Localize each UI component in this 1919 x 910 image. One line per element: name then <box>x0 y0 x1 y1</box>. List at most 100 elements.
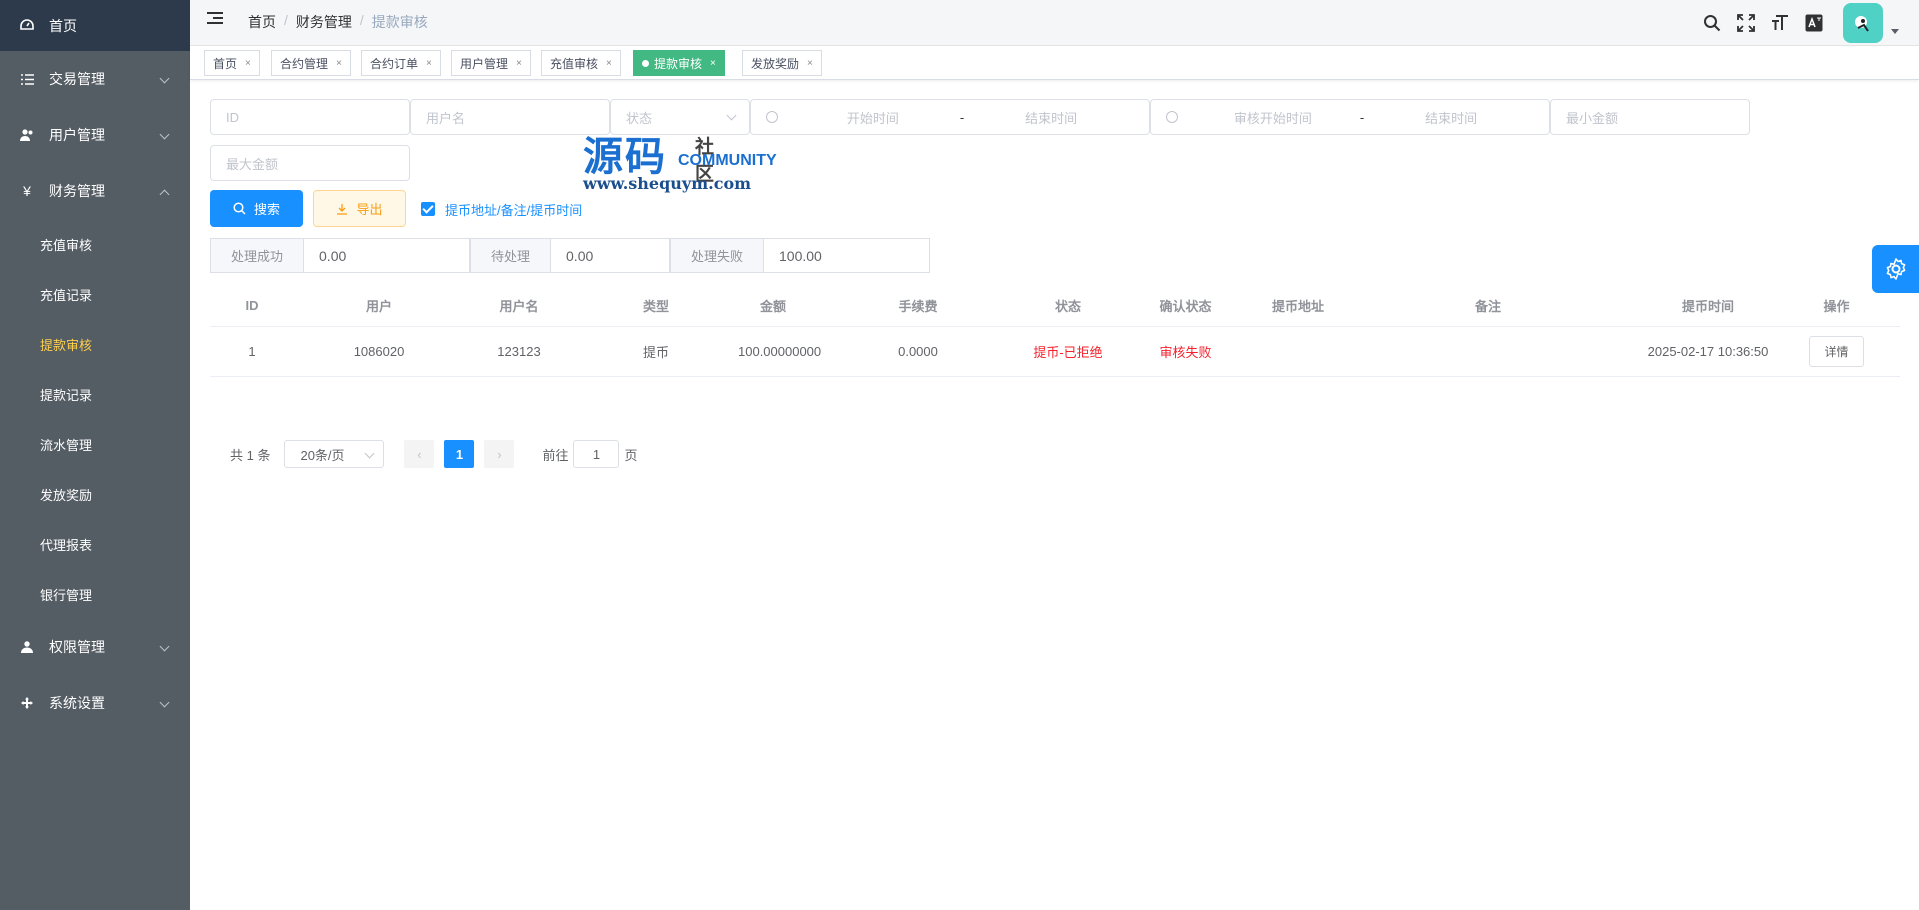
cell-time: 2025-02-17 10:36:50 <box>1647 344 1769 359</box>
sidebar-subitem-label: 充值记录 <box>40 287 93 303</box>
sidebar-item-label: 用户管理 <box>49 127 105 143</box>
hamburger-icon[interactable] <box>207 12 223 26</box>
goto-page-input[interactable]: 1 <box>573 440 620 468</box>
id-input[interactable]: ID <box>210 99 410 135</box>
sidebar-subitem-agent-report[interactable]: 代理报表 <box>0 519 190 569</box>
sidebar-item-label: 系统设置 <box>49 695 105 711</box>
sidebar-item-trade[interactable]: 交易管理 <box>0 51 190 107</box>
sidebar-item-users[interactable]: 用户管理 <box>0 107 190 163</box>
min-amount-input[interactable]: 最小金额 <box>1550 99 1750 135</box>
font-size-icon[interactable] <box>1763 6 1797 40</box>
page-jumper: 前往 1 页 <box>542 440 638 468</box>
clock-icon <box>1166 111 1178 123</box>
close-icon[interactable]: × <box>426 58 432 69</box>
chevron-down-icon <box>726 110 737 121</box>
breadcrumb: 首页 / 财务管理 / 提款审核 <box>248 12 428 32</box>
username-input[interactable]: 用户名 <box>410 99 610 135</box>
tag-label: 合约订单 <box>370 56 419 71</box>
tag-rewards[interactable]: 发放奖励 × <box>742 50 822 76</box>
close-icon[interactable]: × <box>245 58 251 69</box>
cell-actions: 详情 <box>1773 336 1900 367</box>
page-number: 1 <box>455 446 464 462</box>
close-icon[interactable]: × <box>336 58 342 69</box>
column-header: 备注 <box>1474 298 1501 314</box>
prev-page-button[interactable]: ‹ <box>404 440 435 468</box>
download-icon <box>337 203 348 215</box>
search-icon[interactable] <box>1695 6 1729 40</box>
avatar[interactable] <box>1843 3 1883 43</box>
sidebar-subitem-recharge-records[interactable]: 充值记录 <box>0 269 190 319</box>
sidebar-item-home[interactable]: 首页 <box>0 0 190 51</box>
caret-down-icon[interactable] <box>1891 28 1899 34</box>
sidebar-subitem-flow[interactable]: 流水管理 <box>0 419 190 469</box>
next-page-button[interactable]: › <box>484 440 515 468</box>
column-header: 状态 <box>1054 298 1081 314</box>
sidebar-item-settings[interactable]: 系统设置 <box>0 675 190 731</box>
sidebar-subitem-withdraw-audit[interactable]: 提款审核 <box>0 319 190 369</box>
cell-type: 提币 <box>642 345 669 360</box>
column-header: 手续费 <box>898 298 938 314</box>
breadcrumb-home[interactable]: 首页 <box>248 12 276 32</box>
tag-user-management[interactable]: 用户管理 × <box>451 50 531 76</box>
close-icon[interactable]: × <box>606 58 612 69</box>
top-navbar: 首页 / 财务管理 / 提款审核 <box>190 0 1919 46</box>
translate-icon[interactable] <box>1797 6 1831 40</box>
sidebar-subitem-label: 提款审核 <box>40 337 93 353</box>
watermark-community: COMMUNITY <box>678 152 777 169</box>
close-icon[interactable]: × <box>516 58 522 69</box>
watermark-big-text: 源码 <box>583 133 667 180</box>
columns-checkbox[interactable] <box>421 202 435 216</box>
summary-value: 100.00 <box>764 239 837 272</box>
cell-status: 提币-已拒绝 <box>1033 345 1103 360</box>
column-header: 提币地址 <box>1271 298 1324 314</box>
chevron-down-icon <box>159 641 170 652</box>
gear-icon <box>1886 258 1905 280</box>
sidebar-item-finance[interactable]: ¥ 财务管理 <box>0 163 190 219</box>
columns-checkbox-label[interactable]: 提币地址/备注/提币时间 <box>445 200 582 219</box>
detail-button[interactable]: 详情 <box>1809 336 1864 367</box>
max-amount-input[interactable]: 最大金额 <box>210 145 410 181</box>
pagination-total: 共 1 条 <box>230 447 271 463</box>
breadcrumb-section[interactable]: 财务管理 <box>296 12 352 32</box>
sidebar-item-permissions[interactable]: 权限管理 <box>0 619 190 675</box>
clock-icon <box>766 111 778 123</box>
search-button[interactable]: 搜索 <box>210 190 303 227</box>
time-range-picker[interactable]: 开始时间 - 结束时间 <box>750 99 1150 135</box>
tag-label: 充值审核 <box>550 56 599 71</box>
range-separator: - <box>959 109 965 125</box>
sidebar-subitem-bank[interactable]: 银行管理 <box>0 569 190 619</box>
cell-user: 1086020 <box>353 344 405 359</box>
tag-withdraw-audit[interactable]: 提款审核 × <box>633 50 725 76</box>
cell-username: 123123 <box>497 344 541 359</box>
tag-recharge-audit[interactable]: 充值审核 × <box>541 50 621 76</box>
pagination: 共 1 条 20条/页 ‹ 1 › 前往 1 页 <box>230 440 638 468</box>
breadcrumb-separator: / <box>359 12 364 28</box>
close-icon[interactable]: × <box>807 58 813 69</box>
sidebar-subitem-withdraw-records[interactable]: 提款记录 <box>0 369 190 419</box>
column-header: 用户 <box>365 298 392 314</box>
tag-contract-orders[interactable]: 合约订单 × <box>361 50 441 76</box>
yen-icon: ¥ <box>23 183 31 199</box>
tag-contract-management[interactable]: 合约管理 × <box>271 50 351 76</box>
table-row: 1 1086020 123123 提币 100.00000000 0.0000 … <box>210 327 1900 377</box>
page-number-button[interactable]: 1 <box>444 440 475 468</box>
sidebar-subitem-label: 银行管理 <box>40 587 93 603</box>
sidebar-subitem-recharge-audit[interactable]: 充值审核 <box>0 219 190 269</box>
table-header: ID 用户 用户名 类型 金额 手续费 状态 确认状态 提币地址 备注 提币时间… <box>210 284 1900 327</box>
cell-id: 1 <box>248 344 256 359</box>
summary-pending: 待处理 0.00 <box>470 238 670 273</box>
summary-value: 0.00 <box>304 239 362 272</box>
chevron-up-icon <box>159 189 170 200</box>
settings-panel-button[interactable] <box>1872 245 1919 293</box>
close-icon[interactable]: × <box>710 58 716 69</box>
tag-home[interactable]: 首页 × <box>204 50 260 76</box>
summary-label: 处理成功 <box>211 239 305 272</box>
sidebar-subitem-rewards[interactable]: 发放奖励 <box>0 469 190 519</box>
export-button[interactable]: 导出 <box>313 190 406 227</box>
audit-start-placeholder: 审核开始时间 <box>1233 110 1312 126</box>
fullscreen-icon[interactable] <box>1729 6 1763 40</box>
summary-label: 处理失败 <box>671 239 765 272</box>
page-size-select[interactable]: 20条/页 <box>284 440 385 468</box>
range-separator: - <box>1359 109 1365 125</box>
audit-time-range-picker[interactable]: 审核开始时间 - 结束时间 <box>1150 99 1550 135</box>
